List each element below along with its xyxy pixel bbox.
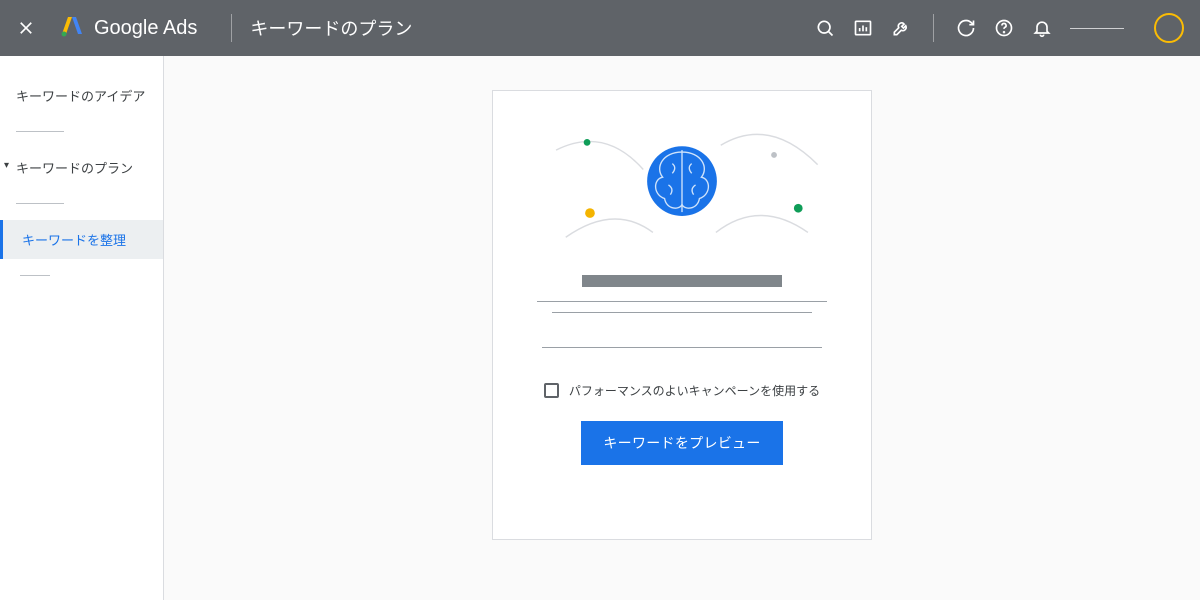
toolbar-separator [933,14,934,42]
tools-icon[interactable] [891,18,911,38]
text-line-placeholder [537,301,827,302]
use-performance-campaigns-row: パフォーマンスのよいキャンペーンを使用する [544,382,820,399]
header-divider [231,14,232,42]
sidebar-item-organize-keywords[interactable]: キーワードを整理 [0,220,163,259]
google-ads-logo-icon [60,14,84,43]
card-subtext-block [527,347,837,364]
checkbox-label: パフォーマンスのよいキャンペーンを使用する [569,382,820,399]
title-placeholder [582,275,782,287]
page-title: キーワードのプラン [250,15,412,41]
use-performance-campaigns-checkbox[interactable] [544,383,559,398]
help-icon[interactable] [994,18,1014,38]
close-icon[interactable] [16,18,36,38]
notifications-icon[interactable] [1032,18,1052,38]
reports-icon[interactable] [853,18,873,38]
product-name: Google Ads [94,17,197,40]
sidebar-item-keyword-plan[interactable]: キーワードのプラン [0,148,163,187]
text-line-placeholder [542,347,822,348]
search-icon[interactable] [815,18,835,38]
sidebar-placeholder [20,275,50,276]
header-toolbar [815,13,1184,43]
app-header: Google Ads キーワードのプラン [0,0,1200,56]
profile-avatar[interactable] [1154,13,1184,43]
product-logo: Google Ads [60,14,197,43]
brain-illustration [527,119,837,249]
sidebar-placeholder [16,203,64,204]
sidebar-item-keyword-ideas[interactable]: キーワードのアイデア [0,76,163,115]
card-title-block [527,275,837,323]
sidebar-placeholder [16,131,64,132]
account-label-placeholder [1070,28,1124,29]
text-line-placeholder [552,312,812,313]
organize-card: パフォーマンスのよいキャンペーンを使用する キーワードをプレビュー [492,90,872,540]
preview-keywords-button[interactable]: キーワードをプレビュー [581,421,782,465]
refresh-icon[interactable] [956,18,976,38]
sidebar: キーワードのアイデア キーワードのプラン キーワードを整理 [0,56,164,600]
main-content: パフォーマンスのよいキャンペーンを使用する キーワードをプレビュー [164,56,1200,600]
